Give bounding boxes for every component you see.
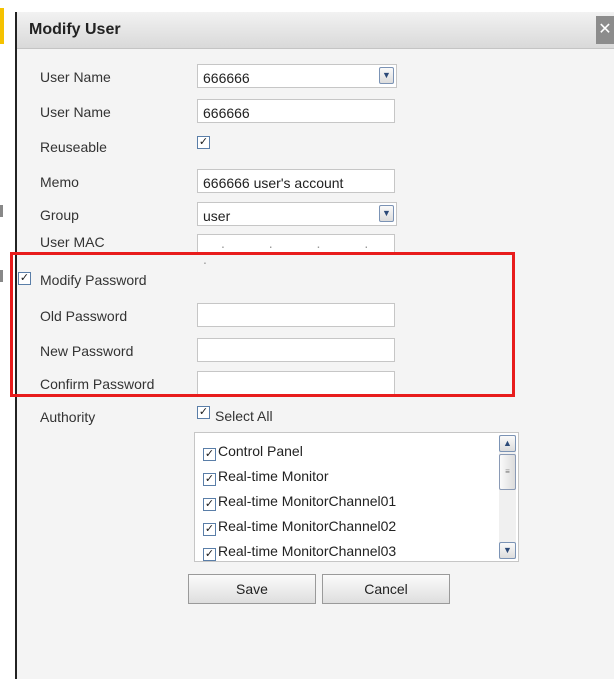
background-page [0,0,614,8]
select-all-checkbox[interactable]: ✓ [197,406,210,419]
memo-value: 666666 user's account [203,175,344,191]
list-item[interactable]: ✓ Real-time MonitorChannel02 [203,518,396,536]
chevron-up-icon[interactable]: ▲ [499,435,516,452]
chevron-down-icon[interactable]: ▼ [499,542,516,559]
user-name-field[interactable]: 666666 [197,99,395,123]
user-mac-field[interactable]: . . . . . [197,234,395,267]
user-name-label: User Name [40,104,111,120]
background-edge-mark [0,270,3,282]
authority-scrollbar[interactable]: ▲ ≡ ▼ [499,435,516,559]
user-mac-label: User MAC [40,234,105,250]
memo-label: Memo [40,174,79,190]
cancel-button[interactable]: Cancel [322,574,450,604]
list-item[interactable]: ✓ Control Panel [203,443,303,461]
list-item[interactable]: ✓ Real-time MonitorChannel01 [203,493,396,511]
checkmark-icon: ✓ [204,523,215,535]
group-select[interactable]: user ▼ [197,202,397,226]
reuseable-checkbox[interactable]: ✓ [197,136,210,149]
list-item[interactable]: ✓ Real-time Monitor [203,468,328,486]
permission-checkbox[interactable]: ✓ [203,548,216,561]
scrollbar-thumb[interactable]: ≡ [499,454,516,490]
permission-label: Real-time MonitorChannel02 [218,518,397,534]
dialog-titlebar: Modify User ✕ [17,12,614,49]
permission-checkbox[interactable]: ✓ [203,523,216,536]
permission-label: Real-time MonitorChannel01 [218,493,397,509]
permission-label: Real-time Monitor [218,468,329,484]
checkmark-icon: ✓ [204,448,215,460]
user-name-select-value: 666666 [203,70,250,86]
group-label: Group [40,207,79,223]
checkmark-icon: ✓ [204,473,215,485]
group-select-value: user [203,208,231,224]
select-all-label: Select All [215,408,273,424]
save-button[interactable]: Save [188,574,316,604]
background-accent-bar [0,8,4,44]
background-edge-mark [0,205,3,217]
memo-field[interactable]: 666666 user's account [197,169,395,193]
user-name-select[interactable]: 666666 ▼ [197,64,397,88]
authority-label: Authority [40,409,96,425]
chevron-down-icon[interactable]: ▼ [379,67,394,84]
authority-list[interactable]: ✓ Control Panel ✓ Real-time Monitor ✓ Real-… [194,432,519,562]
checkmark-icon: ✓ [198,406,209,418]
dialog-title: Modify User [29,21,121,38]
checkmark-icon: ✓ [204,498,215,510]
permission-label: Real-time MonitorChannel03 [218,543,397,559]
permission-checkbox[interactable]: ✓ [203,448,216,461]
user-name-value: 666666 [203,105,250,121]
permission-checkbox[interactable]: ✓ [203,498,216,511]
close-icon[interactable]: ✕ [596,16,614,44]
user-name-select-label: User Name [40,69,111,85]
reuseable-label: Reuseable [40,139,107,155]
checkmark-icon: ✓ [198,136,209,148]
checkmark-icon: ✓ [204,548,215,560]
permission-label: Control Panel [218,443,303,459]
password-highlight-box [10,252,515,397]
permission-checkbox[interactable]: ✓ [203,473,216,486]
list-item[interactable]: ✓ Real-time MonitorChannel03 [203,543,396,561]
chevron-down-icon[interactable]: ▼ [379,205,394,222]
